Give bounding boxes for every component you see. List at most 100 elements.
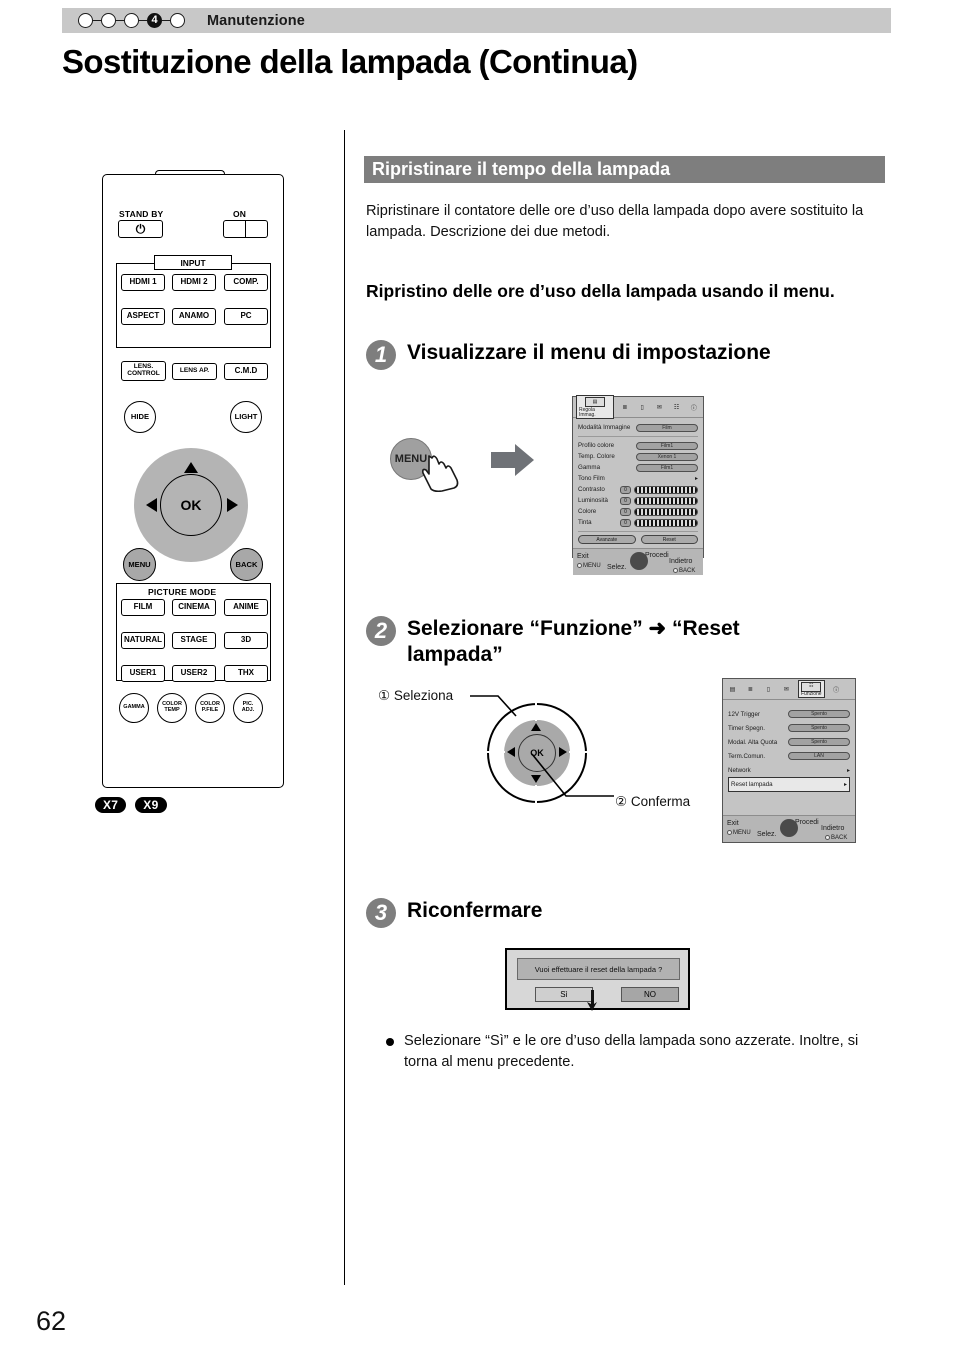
osd-tab-picture[interactable]: ▤ Regola Immag. [576,395,614,419]
osd-row-tint[interactable]: Tinta 0 [578,517,698,528]
section-intro-text: Ripristinare il contatore delle ore d’us… [366,203,864,240]
picture-adjust-button[interactable]: PIC. ADJ. [233,693,263,723]
osd-row-number: 0 [620,507,631,516]
user1-button[interactable]: USER1 [121,665,165,682]
comp-button[interactable]: COMP. [224,274,268,291]
osd-row-12v-trigger[interactable]: 12V Trigger Spento [728,707,850,721]
natural-button[interactable]: NATURAL [121,632,165,649]
light-button[interactable]: LIGHT [230,401,262,433]
lens-aperture-button[interactable]: LENS AP. [172,363,217,380]
on-label: ON [233,209,247,219]
picture-mode-label: PICTURE MODE [148,587,217,597]
osd-row-gamma[interactable]: Gamma Film1 [578,462,698,473]
dpad-right-icon[interactable] [227,498,238,512]
input-group-label: INPUT [154,255,232,270]
dpad-left-icon[interactable] [507,747,515,757]
hdmi1-button[interactable]: HDMI 1 [121,274,165,291]
confirm-no-button[interactable]: NO [621,987,679,1002]
anamo-button[interactable]: ANAMO [172,308,216,325]
remote-back-button[interactable]: BACK [230,548,263,581]
osd-row-color[interactable]: Colore 0 [578,506,698,517]
section-heading: Ripristinare il tempo della lampada [372,159,671,179]
osd-row-label: 12V Trigger [728,710,760,718]
display-icon[interactable]: ▯ [762,684,775,694]
info-icon[interactable]: ⓘ [688,402,700,412]
osd-row-label: Timer Spegn. [728,724,765,732]
remote-ok-button[interactable]: OK [160,474,222,536]
picture-icon[interactable]: ▤ [726,684,739,694]
hdmi2-button[interactable]: HDMI 2 [172,274,216,291]
osd-function-menu: ▤ ≣ ▯ ✉ ☷ Funzione ⓘ 12V Trigger Spento … [722,678,856,843]
pc-button[interactable]: PC [224,308,268,325]
dpad-up-icon[interactable] [531,723,541,731]
thx-button[interactable]: THX [224,665,268,682]
osd-row-color-temp[interactable]: Temp. Colore Xenon 1 [578,451,698,462]
confirm-yes-button[interactable]: Sì [535,987,593,1002]
step-1: 1 Visualizzare il menu di impostazione [366,340,886,370]
osd-advanced-button[interactable]: Avanzate [578,535,636,544]
osd-row-slider[interactable] [634,496,698,505]
remote-menu-button[interactable]: MENU [123,548,156,581]
power-on-button[interactable] [223,220,268,238]
function-icon: ☷ [801,681,822,692]
osd-row-lamp-reset[interactable]: Reset lampada ▸ [728,777,850,792]
function-icon[interactable]: ☷ [671,402,683,412]
cmd-button[interactable]: C.M.D [224,363,268,380]
lens-control-label-2: CONTROL [127,370,160,377]
cinema-button[interactable]: CINEMA [172,599,216,616]
osd-row-comm-terminal[interactable]: Term.Comun. LAN [728,749,850,763]
osd-row-high-altitude[interactable]: Modal. Alta Quota Spento [728,735,850,749]
osd-row-label: Term.Comun. [728,752,766,760]
3d-button[interactable]: 3D [224,632,268,649]
lens-icon[interactable]: ✉ [653,402,665,412]
osd-row-picture-mode[interactable]: Modalità Immagine Film [578,422,698,433]
osd-row-slider[interactable] [634,518,698,527]
lens-icon[interactable]: ✉ [780,684,793,694]
cursor-arrow-icon [587,990,597,1011]
osd-row-contrast[interactable]: Contrasto 0 [578,484,698,495]
osd-row-brightness[interactable]: Luminosità 0 [578,495,698,506]
model-badge-x9: X9 [135,797,167,813]
submenu-arrow-icon: ▸ [694,476,698,482]
osd-picture-body: Modalità Immagine Film Profilo colore Fi… [573,418,703,548]
gamma-button[interactable]: GAMMA [119,693,149,723]
dpad-left-icon[interactable] [146,498,157,512]
osd-row-label: Tinta [578,519,592,526]
chapter-dot-5 [170,13,185,28]
color-profile-button[interactable]: COLOR P.FILE [195,693,225,723]
osd-row-off-timer[interactable]: Timer Spegn. Spento [728,721,850,735]
standby-button[interactable]: ⏻ [118,220,163,238]
osd-picture-footer: Exit MENU Selez. Procedi Indietro BACK [573,548,703,575]
callout-confirm-leader [531,753,614,797]
osd-row-color-profile[interactable]: Profilo colore Film1 [578,440,698,451]
osd-row-film-tone[interactable]: Tono Film ▸ [578,473,698,484]
display-icon[interactable]: ▯ [636,402,648,412]
osd-function-body: 12V Trigger Spento Timer Spegn. Spento M… [723,700,855,799]
osd-reset-button[interactable]: Reset [640,535,698,544]
osd-row-slider[interactable] [634,485,698,494]
dpad-up-icon[interactable] [184,462,198,473]
color-temp-button[interactable]: COLOR TEMP [157,693,187,723]
info-icon[interactable]: ⓘ [830,684,843,694]
step-3-number: 3 [366,898,396,928]
aspect-button[interactable]: ASPECT [121,308,165,325]
lens-control-button[interactable]: LENS. CONTROL [121,361,166,381]
hide-button[interactable]: HIDE [124,401,156,433]
osd-picture-tabbar: ▤ Regola Immag. ≣ ▯ ✉ ☷ ⓘ [573,395,703,419]
osd-row-slider[interactable] [634,507,698,516]
setup-icon[interactable]: ≣ [744,684,757,694]
chapter-dot-link [116,19,124,22]
submenu-arrow-icon: ▸ [843,782,847,788]
user2-button[interactable]: USER2 [172,665,216,682]
osd-tab-function[interactable]: ☷ Funzione [798,679,825,699]
section-heading-bar: Ripristinare il tempo della lampada [364,156,885,183]
stage-button[interactable]: STAGE [172,632,216,649]
osd-row-network[interactable]: Network ▸ [728,763,850,777]
osd-picture-menu: ▤ Regola Immag. ≣ ▯ ✉ ☷ ⓘ Modalità Immag… [572,395,704,575]
osd-function-footer: Exit MENU Selez. Procedi Indietro BACK [723,815,855,842]
anime-button[interactable]: ANIME [224,599,268,616]
film-button[interactable]: FILM [121,599,165,616]
step-3: 3 Riconfermare [366,898,766,928]
osd-separator [578,436,698,437]
setup-icon[interactable]: ≣ [619,402,631,412]
